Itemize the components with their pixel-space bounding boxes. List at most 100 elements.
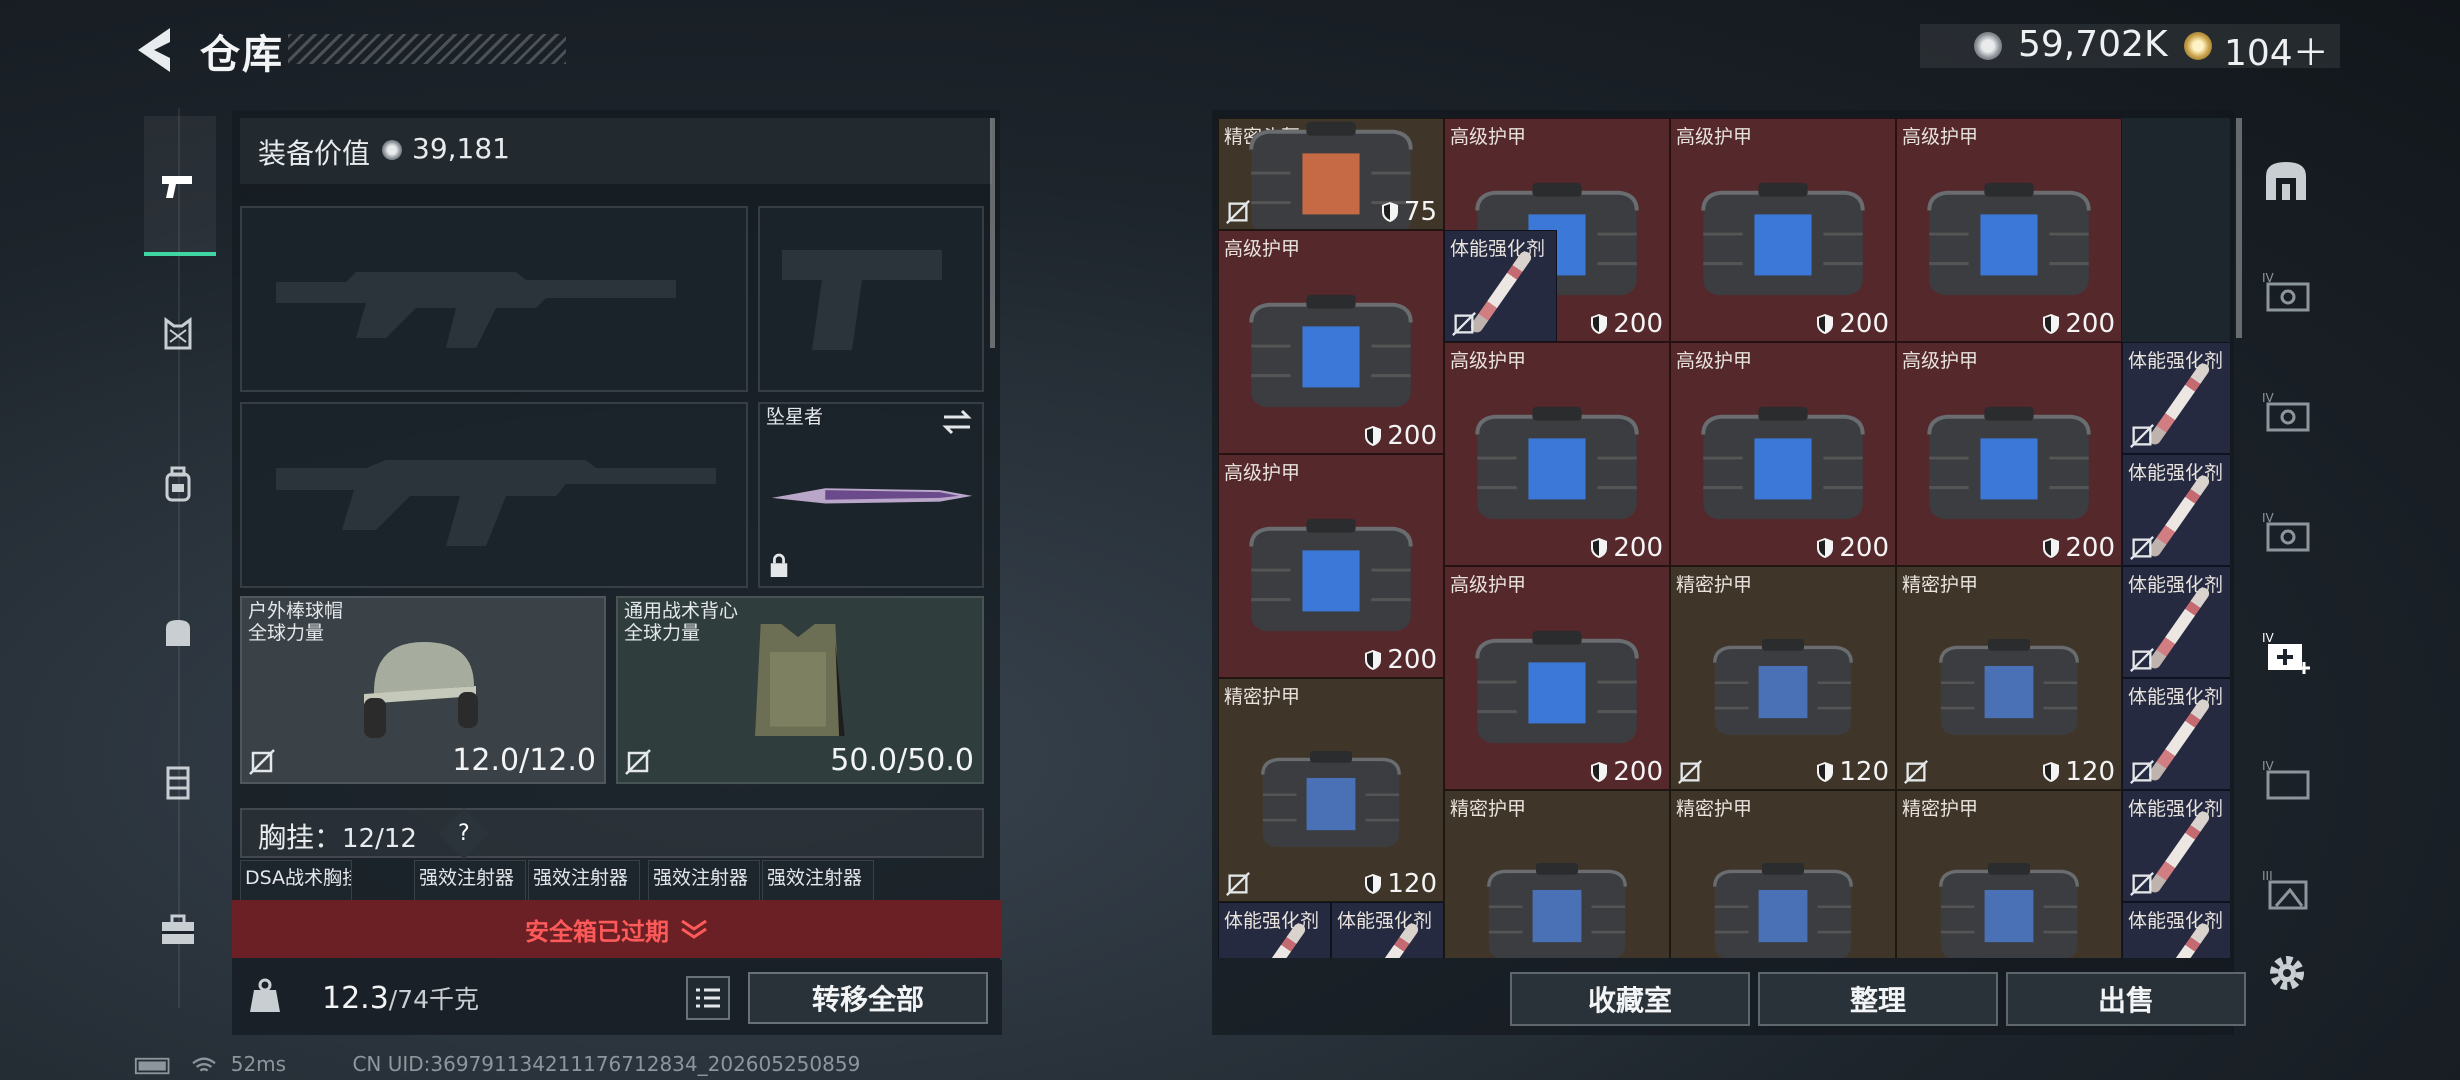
nav-bag[interactable] [144,598,212,666]
chevron-down-icon [681,919,707,939]
gold-coin-icon [2184,32,2212,60]
armor-bag-icon [1701,182,1865,295]
storage-item[interactable]: 高级护甲 200 [1218,230,1444,454]
storage-item[interactable]: 精密护甲 120 [1896,566,2122,790]
storage-item[interactable]: 高级护甲 200 [1670,118,1896,342]
rifle-silhouette-icon [276,460,716,546]
storage-item[interactable]: 精密护甲 [1670,790,1896,958]
storage-item-value: 75 [1380,197,1437,227]
equipment-value: 39,181 [412,132,510,165]
storage-item[interactable]: 高级护甲 200 [1896,118,2122,342]
primary-weapon-slot[interactable] [240,206,748,392]
storage-item-value-text: 120 [1839,757,1889,787]
safebox-expired-banner[interactable]: 安全箱已过期 [232,900,1002,958]
storage-item-value: 120 [1815,757,1889,787]
rail-medical-storage[interactable]: IV [2256,622,2316,682]
storage-item[interactable]: 高级护甲 200 [1444,566,1670,790]
storage-item-name: 高级护甲 [1450,574,1527,596]
chest-slot[interactable]: 强效注射器 [414,860,526,904]
nav-weapons[interactable] [144,152,212,220]
storage-item-value: 200 [2041,309,2115,339]
sell-button[interactable]: 出售 [2006,972,2246,1026]
chest-slot[interactable]: DSA战术胸挂 [240,860,352,904]
shield-icon [1817,538,1834,558]
armor-durability: 50.0/50.0 [830,743,974,778]
storage-item[interactable]: 体能强化剂 [1444,230,1557,342]
melee-name: 坠星者 [766,406,824,428]
armor-bag-icon [1475,630,1639,743]
storage-item[interactable]: 高级护甲 200 [1444,342,1670,566]
equipment-scrollbar[interactable] [990,118,995,348]
storage-item-value: 200 [1589,533,1663,563]
chest-slot[interactable]: 强效注射器 [762,860,874,904]
secondary-weapon-slot[interactable] [758,206,984,392]
storage-item[interactable]: 精密护甲 [1444,790,1670,958]
swap-icon[interactable] [940,408,974,436]
no-sell-icon [2130,872,2154,896]
armor-bag-icon [1249,294,1413,407]
melee-slot[interactable]: 坠星者 [758,402,984,588]
rail-storage-tier-3[interactable]: III [2256,860,2316,920]
chest-slot[interactable]: 强效注射器 [648,860,760,904]
nav-briefcase[interactable] [144,896,212,964]
storage-item[interactable]: 高级护甲 200 [1218,454,1444,678]
storage-item[interactable]: 高级护甲 200 [1896,342,2122,566]
storage-item-value: 200 [1589,757,1663,787]
nav-backpack[interactable] [144,450,212,518]
briefcase-icon [162,914,194,944]
storage-item[interactable]: 高级护甲 200 [1670,342,1896,566]
page-title: 仓库 [200,32,284,78]
gear-icon[interactable] [2264,950,2310,996]
storage-item[interactable]: 体能强化剂 [2122,342,2230,454]
rail-storage-tier-4-b[interactable]: IV [2256,382,2316,442]
safe-room-icon [2266,162,2306,200]
storage-item[interactable]: 体能强化剂 [2122,454,2230,566]
storage-item-name: 精密护甲 [1224,686,1301,708]
storage-item[interactable]: 精密护甲 [1896,790,2122,958]
storage-item[interactable]: 体能强化剂 [2122,790,2230,902]
collection-room-button[interactable]: 收藏室 [1510,972,1750,1026]
no-sell-icon [249,749,275,775]
chest-slot[interactable]: 强效注射器 [528,860,640,904]
transfer-all-button[interactable]: 转移全部 [748,972,988,1024]
rail-storage-tier-4-c[interactable]: IV [2256,502,2316,562]
rail-safe-room[interactable] [2256,150,2316,210]
bag-icon [166,620,190,646]
gold-currency-value[interactable]: 104＋ [2224,24,2329,76]
storage-item[interactable]: 体能强化剂 [2122,566,2230,678]
storage-item[interactable]: 精密护甲 120 [1218,678,1444,902]
no-sell-icon [2130,648,2154,672]
sort-button[interactable]: 整理 [1758,972,1998,1026]
armor-bag-icon [1927,182,2091,295]
storage-item-name: 高级护甲 [1902,350,1979,372]
armor-name: 通用战术背心 [624,600,739,622]
storage-item[interactable]: 体能强化剂 [2122,902,2230,958]
back-button[interactable] [130,24,178,76]
shield-icon [1817,762,1834,782]
rail-storage-tier-4[interactable]: IV [2256,262,2316,322]
storage-item[interactable]: 精密护甲 120 [1670,566,1896,790]
syringe-icon [2146,696,2211,783]
storage-item[interactable]: 精密头盔75 [1218,118,1444,230]
no-sell-icon [1226,872,1250,896]
rail-storage-tier-4-d[interactable]: IV [2256,750,2316,810]
storage-item[interactable]: 体能强化剂 [1218,902,1331,958]
nav-chest-rig[interactable] [144,300,212,368]
cap-helmet-icon [364,642,478,738]
storage-item-value-text: 120 [2065,757,2115,787]
armor-slot[interactable]: 通用战术背心 全球力量 50.0/50.0 [616,596,984,784]
helmet-slot[interactable]: 户外棒球帽 全球力量 12.0/12.0 [240,596,606,784]
storage-crate-icon: IV [2262,759,2310,800]
second-primary-weapon-slot[interactable] [240,402,748,588]
shield-icon [1591,762,1608,782]
storage-item-value-text: 200 [1613,309,1663,339]
category-nav [134,108,224,1008]
carry-weight-max: /74千克 [388,985,480,1014]
nav-locker[interactable] [144,748,212,816]
armor-bag-icon [1475,406,1639,519]
storage-item[interactable]: 体能强化剂 [1331,902,1444,958]
storage-item[interactable]: 体能强化剂 [2122,678,2230,790]
list-view-button[interactable] [686,976,730,1020]
storage-scrollbar[interactable] [2236,118,2242,338]
backpack-icon [165,466,191,502]
